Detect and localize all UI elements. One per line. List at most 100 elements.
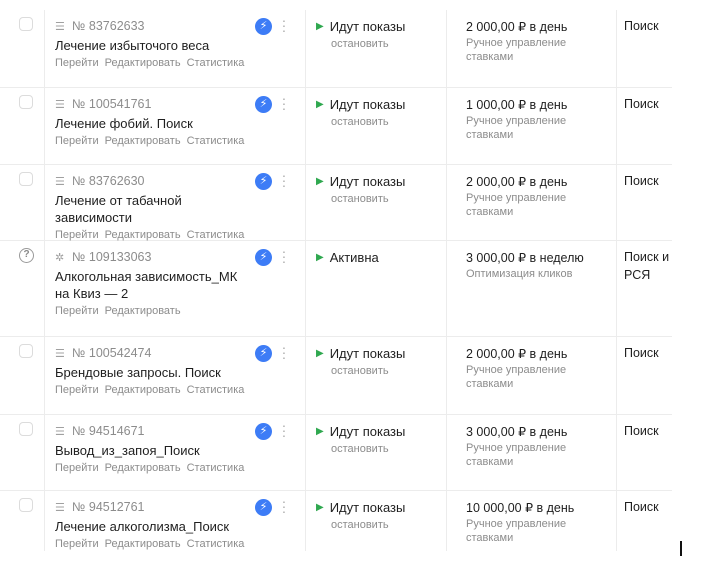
vertical-dots-icon[interactable]: · · · — [280, 244, 288, 268]
campaign-link-edit[interactable]: Редактировать — [105, 384, 181, 396]
bid-strategy: Ручное управление ставками — [466, 364, 567, 390]
campaign-id-line: ✲ № 109133063 — [55, 248, 285, 266]
vertical-dots-icon[interactable]: · · · — [280, 418, 288, 442]
budget-amount[interactable]: 2 000,00 ₽ в день — [466, 17, 616, 35]
question-circle-icon[interactable]: ? — [19, 248, 34, 263]
campaign-link-go[interactable]: Перейти — [55, 538, 99, 550]
budget-amount[interactable]: 2 000,00 ₽ в день — [466, 172, 616, 190]
campaign-link-stats[interactable]: Статистика — [187, 229, 245, 241]
campaign-link-go[interactable]: Перейти — [55, 57, 99, 69]
column-divider — [446, 241, 447, 336]
campaign-link-edit[interactable]: Редактировать — [105, 229, 181, 241]
campaign-link-stats[interactable]: Статистика — [187, 384, 245, 396]
status-text: Идут показы — [329, 173, 406, 189]
campaign-row[interactable]: ☰ № 83762630 Лечение от табачной зависимос… — [0, 165, 672, 241]
vertical-dots-icon[interactable]: · · · — [280, 494, 288, 518]
campaign-links: Перейти Редактировать Статистика — [55, 384, 285, 396]
bid-strategy: Ручное управление ставками — [466, 115, 567, 141]
campaign-link-go[interactable]: Перейти — [55, 462, 99, 474]
budget-cell: 3 000,00 ₽ в день Ручное управление ставк… — [466, 422, 616, 469]
column-divider — [616, 10, 617, 87]
stop-link[interactable]: остановить — [316, 38, 446, 50]
play-icon: ▶ — [316, 175, 324, 187]
campaign-name[interactable]: Лечение алкоголизма_Поиск — [55, 518, 255, 535]
column-divider — [616, 88, 617, 164]
row-checkbox[interactable] — [19, 172, 33, 186]
bid-strategy: Ручное управление ставками — [466, 192, 567, 218]
lightning-bolt-icon[interactable]: ⚡ — [255, 96, 272, 113]
campaign-name[interactable]: Лечение избыточого веса — [55, 37, 255, 54]
campaign-row[interactable]: ☰ № 100542474 Брендовые запросы. Поиск Пере… — [0, 337, 672, 415]
column-divider — [305, 415, 306, 490]
row-checkbox[interactable] — [19, 422, 33, 436]
row-checkbox[interactable] — [19, 95, 33, 109]
stop-link[interactable]: остановить — [316, 365, 446, 377]
lightning-bolt-icon[interactable]: ⚡ — [255, 249, 272, 266]
campaign-name[interactable]: Вывод_из_запоя_Поиск — [55, 442, 255, 459]
lightning-bolt-icon[interactable]: ⚡ — [255, 173, 272, 190]
campaign-link-edit[interactable]: Редактировать — [105, 135, 181, 147]
stop-link[interactable]: остановить — [316, 116, 446, 128]
campaign-row[interactable]: ☰ № 94514671 Вывод_из_запоя_Поиск Перейти Ре… — [0, 415, 672, 491]
campaign-row[interactable]: ☰ № 94512761 Лечение алкоголизма_Поиск Пере… — [0, 491, 672, 551]
campaign-id-line: ☰ № 94514671 — [55, 422, 285, 440]
row-checkbox[interactable] — [19, 344, 33, 358]
campaign-link-go[interactable]: Перейти — [55, 229, 99, 241]
play-icon: ▶ — [316, 501, 324, 513]
budget-amount[interactable]: 3 000,00 ₽ в день — [466, 422, 616, 440]
help-cell: ? — [19, 248, 34, 263]
vertical-dots-icon[interactable]: · · · — [280, 168, 288, 192]
campaign-link-stats[interactable]: Статистика — [187, 57, 245, 69]
master-campaign-icon: ✲ — [55, 251, 65, 264]
vertical-dots-icon[interactable]: · · · — [280, 340, 288, 364]
status-cell: ▶ Идут показы остановить — [316, 344, 446, 378]
budget-amount[interactable]: 2 000,00 ₽ в день — [466, 344, 616, 362]
budget-amount[interactable]: 1 000,00 ₽ в день — [466, 95, 616, 113]
campaign-name[interactable]: Алкогольная зависимость_МК на Квиз — 2 — [55, 268, 255, 302]
row-checkbox[interactable] — [19, 498, 33, 512]
campaign-link-edit[interactable]: Редактировать — [105, 538, 181, 550]
campaign-cell: ☰ № 100542474 Брендовые запросы. Поиск Пере… — [55, 344, 285, 396]
campaign-link-go[interactable]: Перейти — [55, 384, 99, 396]
vertical-dots-icon[interactable]: · · · — [280, 91, 288, 115]
checkbox-cell — [19, 422, 33, 436]
checkbox-cell — [19, 17, 33, 31]
campaign-link-edit[interactable]: Редактировать — [105, 57, 181, 69]
campaign-name[interactable]: Лечение от табачной зависимости — [55, 192, 255, 226]
lightning-bolt-icon[interactable]: ⚡ — [255, 499, 272, 516]
bid-strategy: Ручное управление ставками — [466, 518, 567, 544]
budget-amount[interactable]: 10 000,00 ₽ в день — [466, 498, 616, 516]
campaign-row[interactable]: ☰ № 83762633 Лечение избыточого веса Перейт… — [0, 10, 672, 88]
lightning-bolt-icon[interactable]: ⚡ — [255, 423, 272, 440]
campaign-row[interactable]: ☰ № 100541761 Лечение фобий. Поиск Перейти Р… — [0, 88, 672, 165]
campaign-link-stats[interactable]: Статистика — [187, 462, 245, 474]
stop-link[interactable]: остановить — [316, 193, 446, 205]
play-icon: ▶ — [316, 425, 324, 437]
lightning-bolt-icon[interactable]: ⚡ — [255, 345, 272, 362]
budget-cell: 2 000,00 ₽ в день Ручное управление ставк… — [466, 344, 616, 391]
placement-cell: Поиск — [624, 97, 659, 111]
campaign-link-go[interactable]: Перейти — [55, 135, 99, 147]
status-text: Идут показы — [329, 345, 406, 361]
budget-amount[interactable]: 3 000,00 ₽ в неделю — [466, 248, 616, 266]
vertical-dots-icon[interactable]: · · · — [280, 13, 288, 37]
stop-link[interactable]: остановить — [316, 519, 446, 531]
budget-cell: 2 000,00 ₽ в день Ручное управление ставк… — [466, 172, 616, 219]
campaign-link-stats[interactable]: Статистика — [187, 538, 245, 550]
campaign-link-go[interactable]: Перейти — [55, 305, 99, 317]
campaign-name[interactable]: Брендовые запросы. Поиск — [55, 364, 255, 381]
status-cell: ▶ Идут показы остановить — [316, 95, 446, 129]
campaign-link-stats[interactable]: Статистика — [187, 135, 245, 147]
status-text: Идут показы — [329, 18, 406, 34]
placement-cell: Поиск и РСЯ — [624, 250, 670, 282]
campaign-link-edit[interactable]: Редактировать — [105, 462, 181, 474]
campaign-name[interactable]: Лечение фобий. Поиск — [55, 115, 255, 132]
column-divider — [616, 491, 617, 551]
checkbox-cell — [19, 172, 33, 186]
row-checkbox[interactable] — [19, 17, 33, 31]
campaign-id: № 100542474 — [72, 346, 152, 360]
stop-link[interactable]: остановить — [316, 443, 446, 455]
campaign-row[interactable]: ? ✲ № 109133063 Алкогольная зависимость_МК … — [0, 241, 672, 337]
campaign-link-edit[interactable]: Редактировать — [105, 305, 181, 317]
lightning-bolt-icon[interactable]: ⚡ — [255, 18, 272, 35]
